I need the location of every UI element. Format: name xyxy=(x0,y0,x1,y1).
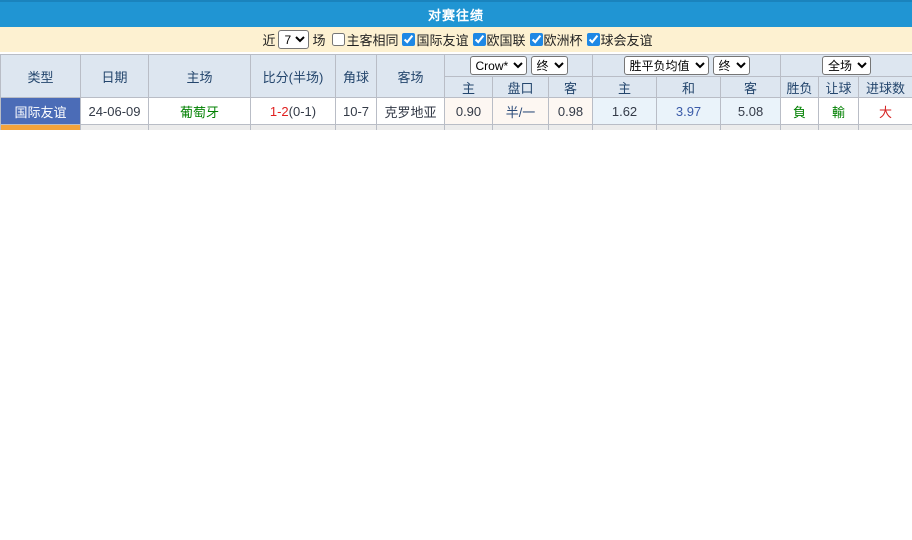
filter-checkbox-intl-friendly[interactable]: 国际友谊 xyxy=(402,30,468,49)
nations-league-label: 欧国联 xyxy=(487,30,526,49)
odds-home-cell: 0.90 xyxy=(445,98,493,125)
col-header-odds-handicap: 盘口 xyxy=(493,77,549,98)
intl-friendly-label: 国际友谊 xyxy=(416,30,468,49)
odds-time-select[interactable]: 终 xyxy=(531,56,568,75)
filter-checkbox-same-venue[interactable]: 主客相同 xyxy=(332,30,398,49)
partial-cell xyxy=(377,125,445,130)
partial-cell xyxy=(549,125,593,130)
same-venue-checkbox[interactable] xyxy=(332,33,345,46)
col-header-odds-away: 客 xyxy=(549,77,593,98)
col-header-avg-draw: 和 xyxy=(657,77,721,98)
club-friendly-label: 球会友谊 xyxy=(601,30,653,49)
near-label: 近 xyxy=(262,30,275,49)
intl-friendly-checkbox[interactable] xyxy=(402,33,415,46)
partial-cell xyxy=(81,125,149,130)
col-header-score: 比分(半场) xyxy=(251,55,336,98)
partial-cell xyxy=(657,125,721,130)
corner-cell: 10-7 xyxy=(336,98,377,125)
filter-checkbox-nations-league[interactable]: 欧国联 xyxy=(473,30,526,49)
matches-label: 场 xyxy=(312,30,325,49)
partial-cell xyxy=(593,125,657,130)
club-friendly-checkbox[interactable] xyxy=(587,33,600,46)
fulltime-score: 1-2 xyxy=(270,104,289,119)
score-cell: 1-2(0-1) xyxy=(251,98,336,125)
partial-cell xyxy=(336,125,377,130)
halftime-score: (0-1) xyxy=(289,104,316,119)
match-date-cell: 24-06-09 xyxy=(81,98,149,125)
col-header-date: 日期 xyxy=(81,55,149,98)
col-header-result-wdl: 胜负 xyxy=(781,77,819,98)
col-header-home: 主场 xyxy=(149,55,251,98)
euro-cup-checkbox[interactable] xyxy=(530,33,543,46)
home-team-cell: 葡萄牙 xyxy=(149,98,251,125)
odds-company-select[interactable]: Crow* xyxy=(470,56,527,75)
avg-away-cell: 5.08 xyxy=(721,98,781,125)
avg-group-header: 胜平负均值 终 xyxy=(593,55,781,77)
partial-next-row xyxy=(1,125,912,130)
col-header-result-handicap: 让球 xyxy=(819,77,859,98)
match-type-cell[interactable]: 国际友谊 xyxy=(1,98,81,125)
col-header-avg-away: 客 xyxy=(721,77,781,98)
partial-cell xyxy=(493,125,549,130)
col-header-result-goals: 进球数 xyxy=(859,77,912,98)
avg-home-cell: 1.62 xyxy=(593,98,657,125)
col-header-type: 类型 xyxy=(1,55,81,98)
partial-type-cell xyxy=(1,125,81,130)
col-header-odds-home: 主 xyxy=(445,77,493,98)
result-handicap-cell: 輸 xyxy=(819,98,859,125)
away-team-cell: 克罗地亚 xyxy=(377,98,445,125)
table-row: 国际友谊 24-06-09 葡萄牙 1-2(0-1) 10-7 克罗地亚 0.9… xyxy=(1,98,912,125)
page: 对赛往绩 近 7 场 主客相同 国际友谊 欧国联 欧洲杯 球会友谊 xyxy=(0,0,912,540)
avg-name-select[interactable]: 胜平负均值 xyxy=(624,56,709,75)
same-venue-label: 主客相同 xyxy=(346,30,398,49)
nations-league-checkbox[interactable] xyxy=(473,33,486,46)
avg-draw-cell: 3.97 xyxy=(657,98,721,125)
euro-cup-label: 欧洲杯 xyxy=(544,30,583,49)
result-wdl-cell: 負 xyxy=(781,98,819,125)
filter-checkbox-club-friendly[interactable]: 球会友谊 xyxy=(587,30,653,49)
col-header-away: 客场 xyxy=(377,55,445,98)
head-to-head-table: 类型 日期 主场 比分(半场) 角球 客场 Crow* 终 胜平负均值 xyxy=(0,54,912,130)
page-title: 对赛往绩 xyxy=(428,5,484,24)
result-goals-cell: 大 xyxy=(859,98,912,125)
filter-bar: 近 7 场 主客相同 国际友谊 欧国联 欧洲杯 球会友谊 xyxy=(0,27,912,52)
odds-group-header: Crow* 终 xyxy=(445,55,593,77)
partial-cell xyxy=(721,125,781,130)
col-header-corner: 角球 xyxy=(336,55,377,98)
title-bar: 对赛往绩 xyxy=(0,0,912,27)
col-header-avg-home: 主 xyxy=(593,77,657,98)
partial-cell xyxy=(445,125,493,130)
result-group-header: 全场 xyxy=(781,55,912,77)
partial-cell xyxy=(251,125,336,130)
odds-handicap-cell: 半/一 xyxy=(493,98,549,125)
partial-cell xyxy=(859,125,912,130)
avg-time-select[interactable]: 终 xyxy=(713,56,750,75)
filter-checkbox-euro-cup[interactable]: 欧洲杯 xyxy=(530,30,583,49)
partial-cell xyxy=(781,125,819,130)
result-scope-select[interactable]: 全场 xyxy=(822,56,871,75)
odds-away-cell: 0.98 xyxy=(549,98,593,125)
partial-cell xyxy=(149,125,251,130)
match-count-select[interactable]: 7 xyxy=(278,30,309,49)
partial-cell xyxy=(819,125,859,130)
